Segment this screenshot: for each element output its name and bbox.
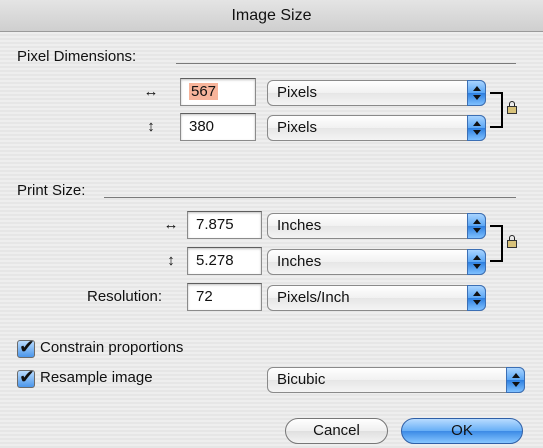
print-size-heading: Print Size: bbox=[17, 182, 86, 199]
resolution-field[interactable]: 72 bbox=[187, 283, 262, 311]
print-width-field[interactable]: 7.875 bbox=[187, 211, 262, 239]
constrain-proportions-label[interactable]: Constrain proportions bbox=[40, 339, 183, 356]
pixel-dimensions-heading: Pixel Dimensions: bbox=[17, 48, 137, 65]
print-height-value: 5.278 bbox=[196, 252, 234, 269]
resolution-unit-select[interactable]: Pixels/Inch bbox=[267, 285, 486, 311]
pixel-width-field[interactable]: 567 bbox=[180, 78, 256, 106]
chevron-up-down-icon bbox=[467, 249, 486, 275]
pixel-height-field[interactable]: 380 bbox=[180, 113, 256, 141]
pixel-width-value: 567 bbox=[189, 83, 219, 100]
height-arrow-icon: ↕ bbox=[147, 118, 155, 135]
print-height-field[interactable]: 5.278 bbox=[187, 247, 262, 275]
pixel-width-unit-label: Pixels bbox=[277, 84, 318, 101]
print-width-unit-select[interactable]: Inches bbox=[267, 213, 486, 239]
resample-image-label[interactable]: Resample image bbox=[40, 369, 153, 386]
pixel-height-unit-label: Pixels bbox=[277, 119, 318, 136]
lock-icon bbox=[507, 101, 517, 114]
resolution-label: Resolution: bbox=[87, 288, 163, 305]
ok-button[interactable]: OK bbox=[401, 418, 523, 444]
print-constrain-bracket bbox=[490, 225, 503, 262]
width-arrow-icon: ↔ bbox=[143, 83, 159, 100]
window-title: Image Size bbox=[0, 0, 543, 32]
resolution-unit-label: Pixels/Inch bbox=[277, 289, 350, 306]
resample-method-select[interactable]: Bicubic bbox=[267, 367, 525, 393]
chevron-up-down-icon bbox=[467, 213, 486, 239]
height-arrow-icon: ↕ bbox=[167, 252, 175, 269]
width-arrow-icon: ↔ bbox=[163, 216, 179, 233]
pixel-constrain-bracket bbox=[490, 92, 503, 128]
print-width-value: 7.875 bbox=[196, 216, 234, 233]
print-width-unit-label: Inches bbox=[277, 217, 322, 234]
print-height-unit-label: Inches bbox=[277, 253, 322, 270]
pixel-height-unit-select[interactable]: Pixels bbox=[267, 115, 486, 141]
chevron-up-down-icon bbox=[506, 367, 525, 393]
cancel-button[interactable]: Cancel bbox=[285, 418, 388, 444]
lock-icon bbox=[507, 235, 517, 248]
constrain-proportions-checkbox[interactable] bbox=[17, 336, 35, 359]
print-height-unit-select[interactable]: Inches bbox=[267, 249, 486, 275]
pixel-height-value: 380 bbox=[189, 118, 215, 135]
print-size-rule bbox=[104, 197, 516, 198]
pixel-width-unit-select[interactable]: Pixels bbox=[267, 80, 486, 106]
resample-image-checkbox[interactable] bbox=[17, 366, 35, 389]
chevron-up-down-icon bbox=[467, 80, 486, 106]
resample-method-label: Bicubic bbox=[277, 371, 326, 388]
resolution-value: 72 bbox=[196, 288, 213, 305]
chevron-up-down-icon bbox=[467, 285, 486, 311]
pixel-dimensions-rule bbox=[176, 63, 516, 64]
chevron-up-down-icon bbox=[467, 115, 486, 141]
